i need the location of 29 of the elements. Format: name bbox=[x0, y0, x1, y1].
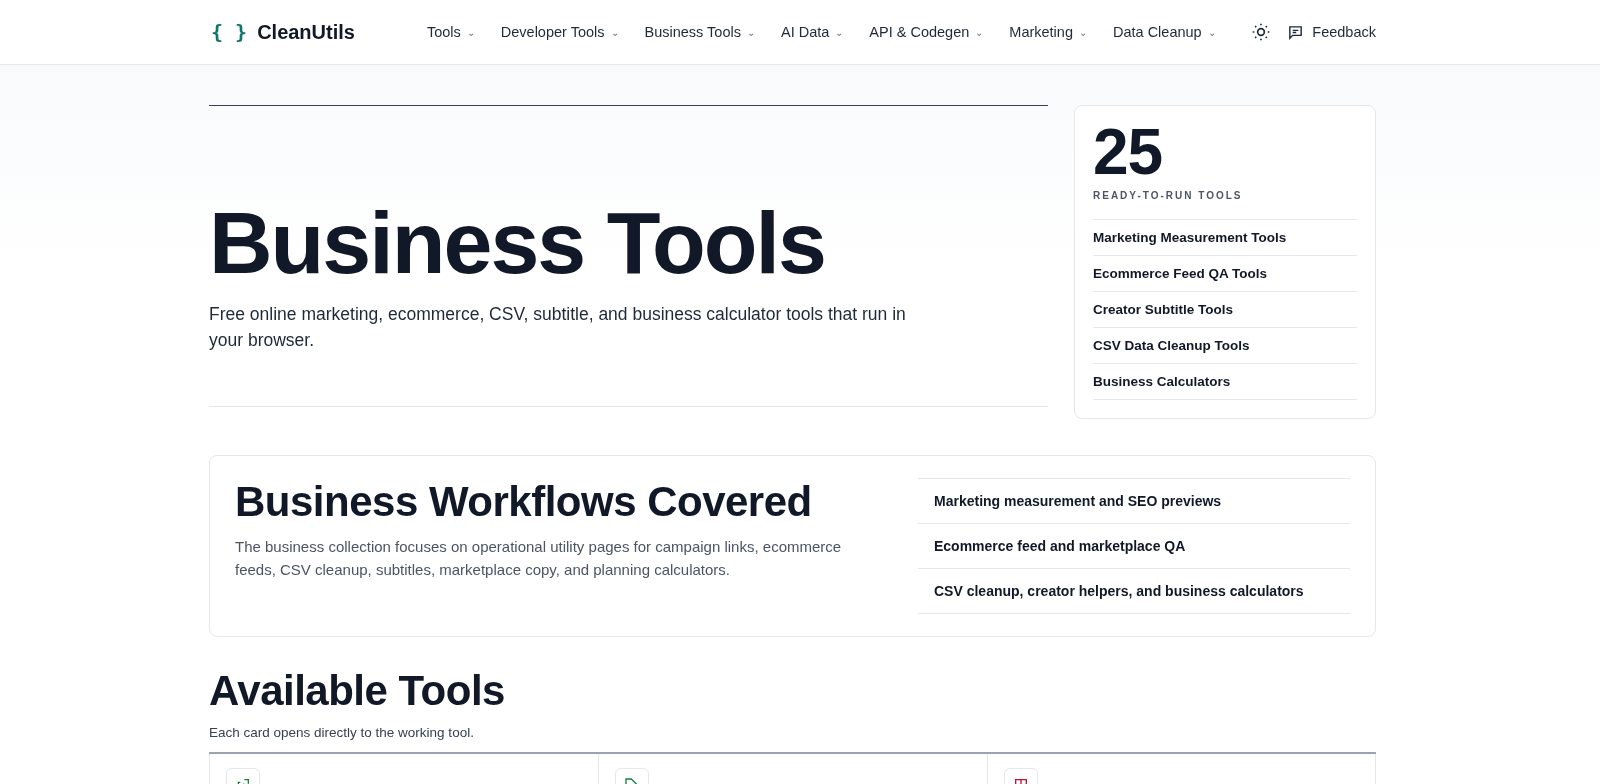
logo-mark: { } bbox=[211, 20, 248, 44]
category-link[interactable]: Marketing Measurement Tools bbox=[1093, 219, 1357, 255]
nav-menu-item[interactable]: Tools ⌄ bbox=[426, 24, 475, 40]
nav-menu-item[interactable]: Business Tools ⌄ bbox=[644, 24, 755, 40]
logo-text: CleanUtils bbox=[257, 20, 355, 44]
section-description: The business collection focuses on operational utility pages for campaign links, ecommerce feeds, CSV cleanup, subtitles, marketplace copy, and planning calculators. bbox=[235, 537, 843, 580]
section-title: Business Workflows Covered bbox=[235, 478, 813, 526]
category-link[interactable]: Creator Subtitle Tools bbox=[1093, 291, 1357, 327]
page-title: Business Tools bbox=[209, 198, 826, 287]
feedback-link[interactable]: Feedback bbox=[1287, 23, 1376, 41]
section-title: Available Tools bbox=[209, 667, 506, 715]
nav-menu-item[interactable]: API & Codegen ⌄ bbox=[869, 24, 984, 40]
count-caption: READY-TO-RUN TOOLS bbox=[1093, 190, 1244, 201]
nav-menu-item[interactable]: Data Cleanup ⌄ bbox=[1112, 24, 1216, 40]
logo-link[interactable]: { } CleanUtils bbox=[211, 20, 355, 44]
category-link[interactable]: Business Calculators bbox=[1093, 363, 1357, 400]
nav-menu-item[interactable]: Marketing ⌄ bbox=[1009, 24, 1087, 40]
section-subtitle: Each card opens directly to the working tool. bbox=[209, 725, 475, 740]
category-link[interactable]: CSV Data Cleanup Tools bbox=[1093, 327, 1357, 363]
nav-menu-item[interactable]: Developer Tools ⌄ bbox=[500, 24, 619, 40]
workflow-item: CSV cleanup, creator helpers, and business calculators bbox=[918, 568, 1350, 614]
category-link[interactable]: Ecommerce Feed QA Tools bbox=[1093, 255, 1357, 291]
nav-menu-item[interactable]: AI Data ⌄ bbox=[780, 24, 844, 40]
tool-count: 25 bbox=[1093, 120, 1164, 184]
message-icon bbox=[1287, 23, 1305, 41]
workflow-item: Ecommerce feed and marketplace QA bbox=[918, 523, 1350, 568]
workflow-item: Marketing measurement and SEO previews bbox=[918, 478, 1350, 523]
sun-icon[interactable] bbox=[1251, 22, 1272, 42]
page-subtitle: Free online marketing, ecommerce, CSV, subtitle, and business calculator tools that run in your browser. bbox=[209, 302, 907, 352]
